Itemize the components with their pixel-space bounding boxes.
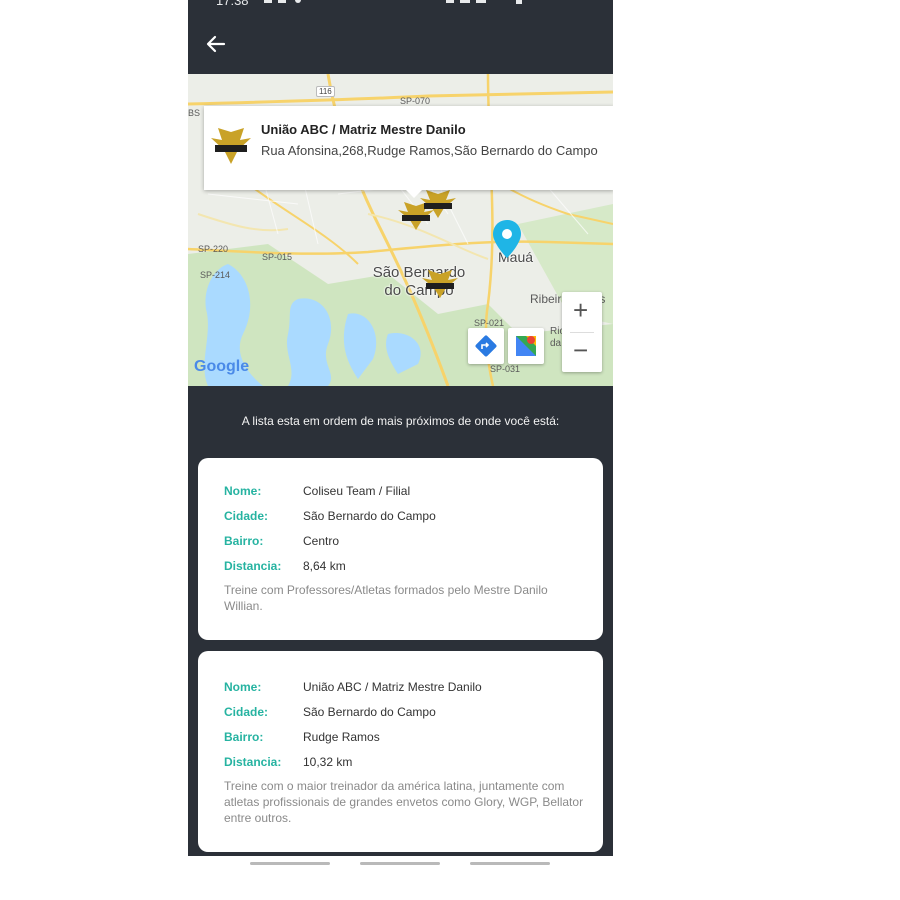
nav-indicator	[250, 862, 330, 865]
status-bar: 17:38	[188, 0, 613, 10]
academy-card[interactable]: Nome: União ABC / Matriz Mestre Danilo C…	[198, 651, 603, 852]
nome-value: União ABC / Matriz Mestre Danilo	[303, 680, 482, 694]
road-label-sp015: SP-015	[262, 252, 293, 262]
system-status-icons	[446, 0, 522, 4]
navigation-bar	[188, 856, 613, 872]
road-label-sp070: SP-070	[400, 96, 431, 106]
google-logo: Google	[194, 358, 249, 376]
bairro-label: Bairro:	[224, 534, 264, 548]
app-bar	[188, 10, 613, 74]
cidade-value: São Bernardo do Campo	[303, 509, 436, 523]
road-label-sp021: SP-021	[474, 318, 505, 328]
academy-card[interactable]: Nome: Coliseu Team / Filial Cidade: São …	[198, 458, 603, 640]
map-view[interactable]: 116 SP-070 BS SP-220 SP-015 SP-214 SP-02…	[188, 74, 613, 386]
distancia-label: Distancia:	[224, 559, 282, 573]
road-label-br116: 116	[316, 86, 335, 97]
bairro-value: Rudge Ramos	[303, 730, 380, 744]
card-description: Treine com Professores/Atletas formados …	[224, 583, 548, 613]
back-button[interactable]	[204, 32, 228, 56]
directions-button[interactable]	[468, 328, 504, 364]
distancia-value: 10,32 km	[303, 755, 353, 769]
info-window-address: Rua Afonsina,268,Rudge Ramos,São Bernard…	[261, 143, 598, 158]
academy-marker-2[interactable]	[418, 190, 458, 218]
nav-indicator	[470, 862, 550, 865]
phone-screen: 17:38 116 SP-070 BS SP-220 SP-015 SP-214…	[188, 0, 613, 872]
nome-label: Nome:	[224, 680, 262, 694]
nome-value: Coliseu Team / Filial	[303, 484, 411, 498]
open-in-maps-button[interactable]	[508, 328, 544, 364]
directions-icon	[475, 335, 497, 357]
cidade-value: São Bernardo do Campo	[303, 705, 436, 719]
nav-indicator	[360, 862, 440, 865]
arrow-left-icon	[206, 35, 226, 53]
road-label-sp031: SP-031	[490, 364, 521, 374]
distancia-label: Distancia:	[224, 755, 282, 769]
nome-label: Nome:	[224, 484, 262, 498]
road-label-sp220: SP-220	[198, 244, 229, 254]
notification-icons	[264, 0, 301, 3]
bairro-value: Centro	[303, 534, 340, 548]
google-maps-icon	[516, 336, 536, 356]
info-window-title: União ABC / Matriz Mestre Danilo	[261, 122, 466, 137]
zoom-out-button[interactable]: −	[562, 332, 602, 372]
status-time: 17:38	[216, 0, 249, 8]
location-pin-icon[interactable]	[492, 220, 522, 260]
zoom-controls: + −	[562, 292, 602, 372]
map-info-window[interactable]: União ABC / Matriz Mestre Danilo Rua Afo…	[204, 106, 613, 198]
zoom-in-button[interactable]: +	[562, 292, 602, 332]
list-caption: A lista esta em ordem de mais próximos d…	[241, 414, 560, 428]
card-description: Treine com o maior treinador da américa …	[224, 779, 584, 825]
academy-marker-3[interactable]	[420, 270, 460, 298]
distancia-value: 8,64 km	[303, 559, 346, 573]
plus-icon: +	[573, 295, 589, 325]
academy-logo-icon	[211, 128, 251, 164]
map-label-bs: BS	[188, 108, 201, 118]
google-logo-text: Google	[194, 358, 250, 375]
minus-icon: −	[573, 335, 589, 365]
cidade-label: Cidade:	[224, 509, 269, 523]
cidade-label: Cidade:	[224, 705, 269, 719]
bairro-label: Bairro:	[224, 730, 264, 744]
road-label-sp214: SP-214	[200, 270, 231, 280]
